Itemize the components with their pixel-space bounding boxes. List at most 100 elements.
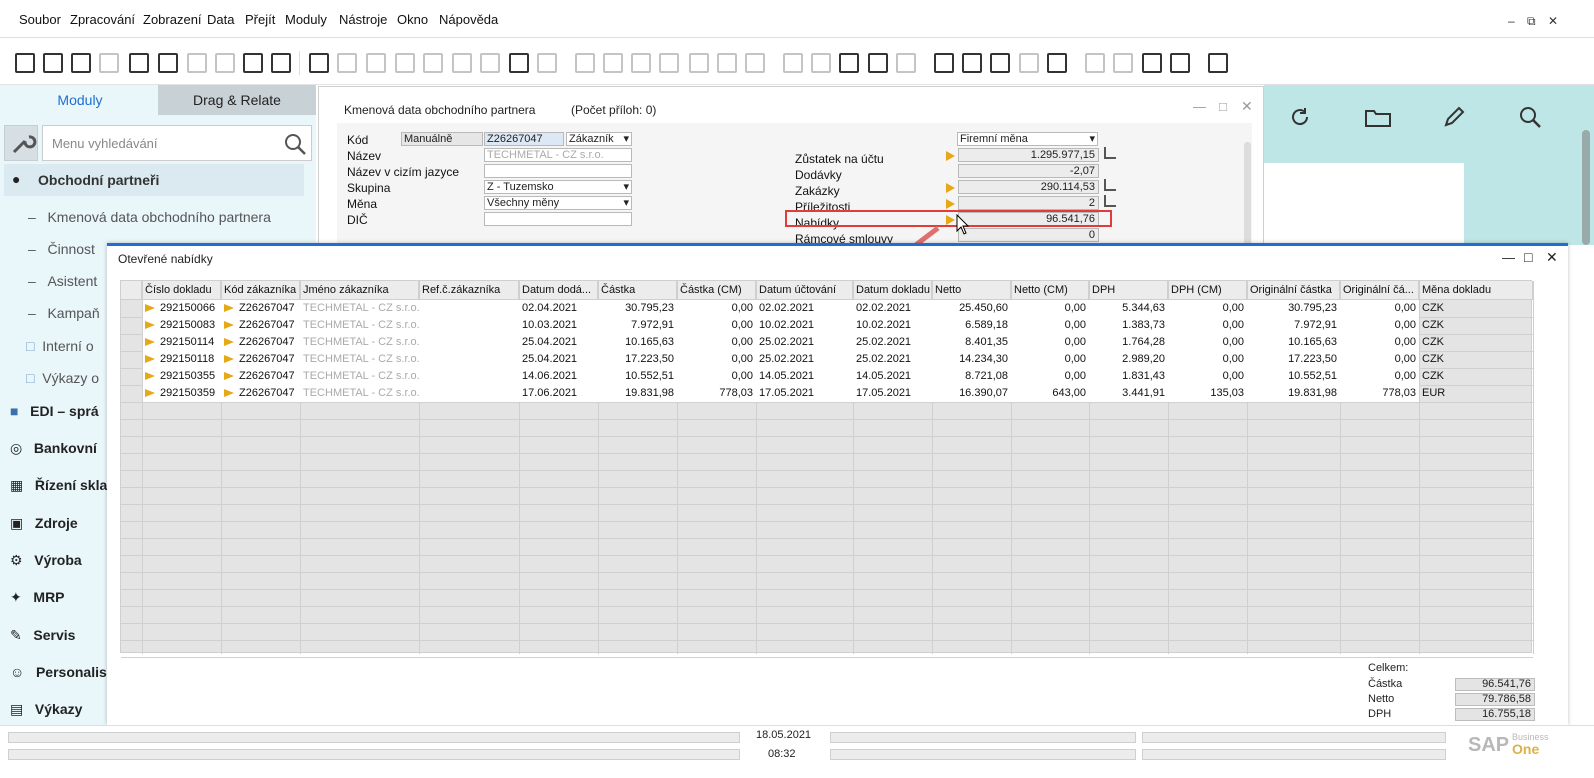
search-icon[interactable] bbox=[1518, 105, 1542, 129]
module-resources[interactable]: ▣ Zdroje bbox=[10, 515, 78, 532]
close-icon[interactable]: ✕ bbox=[1546, 249, 1558, 266]
chart-icon[interactable] bbox=[1142, 53, 1162, 73]
column-header[interactable]: Datum dodá... bbox=[519, 281, 598, 300]
series-select[interactable]: Manuálně bbox=[401, 132, 483, 146]
column-header[interactable]: Částka (CM) bbox=[677, 281, 756, 300]
widgets-icon[interactable] bbox=[1113, 53, 1133, 73]
last-record-icon[interactable] bbox=[452, 53, 472, 73]
search-icon[interactable] bbox=[283, 132, 307, 156]
column-header[interactable]: Jméno zákazníka bbox=[300, 281, 419, 300]
sidebar-item-assistant[interactable]: – Asistent bbox=[28, 273, 97, 289]
menu-search-input[interactable]: Menu vyhledávání bbox=[42, 125, 312, 161]
menu-okno[interactable]: Okno bbox=[397, 12, 428, 27]
column-header[interactable]: Netto (CM) bbox=[1011, 281, 1089, 300]
tab-modules[interactable]: Moduly bbox=[2, 85, 158, 115]
form-settings-icon[interactable] bbox=[839, 53, 859, 73]
module-inventory[interactable]: ▦ Řízení skla bbox=[10, 477, 107, 494]
sort-icon[interactable] bbox=[537, 53, 557, 73]
refresh-icon[interactable] bbox=[1288, 105, 1312, 129]
link-arrow-icon[interactable] bbox=[145, 372, 155, 380]
chart-icon[interactable] bbox=[1104, 195, 1116, 207]
close-icon[interactable]: ✕ bbox=[1548, 14, 1558, 28]
sidebar-item-campaign[interactable]: – Kampaň bbox=[28, 305, 100, 321]
column-header[interactable]: Netto bbox=[932, 281, 1011, 300]
calendar-icon[interactable] bbox=[990, 53, 1010, 73]
next-record-icon[interactable] bbox=[423, 53, 443, 73]
chart-icon[interactable] bbox=[1104, 147, 1116, 159]
help-icon[interactable] bbox=[1208, 53, 1228, 73]
menu-soubor[interactable]: Soubor bbox=[19, 12, 61, 27]
column-header[interactable]: Částka bbox=[598, 281, 677, 300]
column-header[interactable]: Datum účtování bbox=[756, 281, 853, 300]
menu-zobrazeni[interactable]: Zobrazení bbox=[143, 12, 202, 27]
column-header[interactable]: Originální částka bbox=[1247, 281, 1340, 300]
print-icon[interactable] bbox=[43, 53, 63, 73]
minimize-icon[interactable]: — bbox=[1502, 250, 1515, 265]
link-arrow-icon[interactable] bbox=[946, 151, 955, 161]
link-arrow-icon[interactable] bbox=[224, 321, 234, 329]
gross-profit-icon[interactable] bbox=[745, 53, 765, 73]
type-select[interactable]: Zákazník ▾ bbox=[566, 132, 632, 146]
preview-icon[interactable] bbox=[15, 53, 35, 73]
base-document-icon[interactable] bbox=[575, 53, 595, 73]
balance-icon[interactable] bbox=[689, 53, 709, 73]
settings-icon[interactable] bbox=[811, 53, 831, 73]
word-icon[interactable] bbox=[187, 53, 207, 73]
menu-prejit[interactable]: Přejít bbox=[245, 12, 275, 27]
balance-currency-select[interactable]: Firemní měna ▾ bbox=[957, 132, 1098, 146]
settings-form-icon[interactable] bbox=[271, 53, 291, 73]
payment-means-icon[interactable] bbox=[659, 53, 679, 73]
link-arrow-icon[interactable] bbox=[145, 321, 155, 329]
currency-select[interactable]: Všechny měny ▾ bbox=[484, 196, 632, 210]
messages-icon[interactable] bbox=[868, 53, 888, 73]
menu-data[interactable]: Data bbox=[207, 12, 234, 27]
link-arrow-icon[interactable] bbox=[145, 355, 155, 363]
module-banking[interactable]: ◎ Bankovní bbox=[10, 440, 97, 457]
maximize-icon[interactable]: □ bbox=[1219, 99, 1227, 114]
sidebar-folder-reports[interactable]: □ Výkazy o bbox=[26, 370, 99, 386]
pencil-icon[interactable] bbox=[1442, 105, 1466, 129]
foreign-name-field[interactable] bbox=[484, 164, 632, 178]
sidebar-item-bp-master[interactable]: – Kmenová data obchodního partnera bbox=[28, 209, 271, 225]
column-header[interactable]: DPH (CM) bbox=[1168, 281, 1247, 300]
sidebar-folder-internal[interactable]: □ Interní o bbox=[26, 338, 94, 354]
user-icon[interactable] bbox=[1047, 53, 1067, 73]
excel-icon[interactable] bbox=[158, 53, 178, 73]
alerts-icon[interactable] bbox=[896, 53, 916, 73]
module-edi[interactable]: ■ EDI – sprá bbox=[10, 403, 99, 419]
sms-icon[interactable] bbox=[99, 53, 119, 73]
link-arrow-icon[interactable] bbox=[145, 389, 155, 397]
sidebar-item-activity[interactable]: – Činnost bbox=[28, 241, 95, 257]
first-record-icon[interactable] bbox=[366, 53, 386, 73]
activity-icon[interactable] bbox=[934, 53, 954, 73]
tab-drag-relate[interactable]: Drag & Relate bbox=[158, 85, 316, 115]
payment-icon[interactable] bbox=[631, 53, 651, 73]
edit-icon[interactable] bbox=[783, 53, 803, 73]
layout-icon[interactable] bbox=[129, 53, 149, 73]
link-arrow-icon[interactable] bbox=[145, 304, 155, 312]
chart-icon[interactable] bbox=[1104, 179, 1116, 191]
filter-icon[interactable] bbox=[509, 53, 529, 73]
link-arrow-icon[interactable] bbox=[946, 183, 955, 193]
vat-id-field[interactable] bbox=[484, 212, 632, 226]
maximize-icon[interactable]: □ bbox=[1524, 249, 1532, 265]
email-icon[interactable] bbox=[71, 53, 91, 73]
close-icon[interactable]: ✕ bbox=[1241, 98, 1253, 115]
lock-icon[interactable] bbox=[1085, 53, 1105, 73]
module-business-partners[interactable]: ● Obchodní partneři bbox=[4, 164, 304, 196]
menu-napoveda[interactable]: Nápověda bbox=[439, 12, 498, 27]
move-icon[interactable] bbox=[243, 53, 263, 73]
menu-nastroje[interactable]: Nástroje bbox=[339, 12, 387, 27]
journal-icon[interactable] bbox=[717, 53, 737, 73]
minimize-icon[interactable]: — bbox=[1193, 99, 1206, 114]
column-header[interactable] bbox=[121, 281, 142, 300]
module-production[interactable]: ⚙ Výroba bbox=[10, 552, 82, 569]
target-document-icon[interactable] bbox=[603, 53, 623, 73]
column-header[interactable]: Ref.č.zákazníka bbox=[419, 281, 519, 300]
column-header[interactable]: Originální čá... bbox=[1340, 281, 1419, 300]
link-arrow-icon[interactable] bbox=[224, 338, 234, 346]
column-header[interactable]: Datum dokladu bbox=[853, 281, 932, 300]
group-select[interactable]: Z - Tuzemsko ▾ bbox=[484, 180, 632, 194]
link-arrow-icon[interactable] bbox=[224, 389, 234, 397]
previous-record-icon[interactable] bbox=[395, 53, 415, 73]
